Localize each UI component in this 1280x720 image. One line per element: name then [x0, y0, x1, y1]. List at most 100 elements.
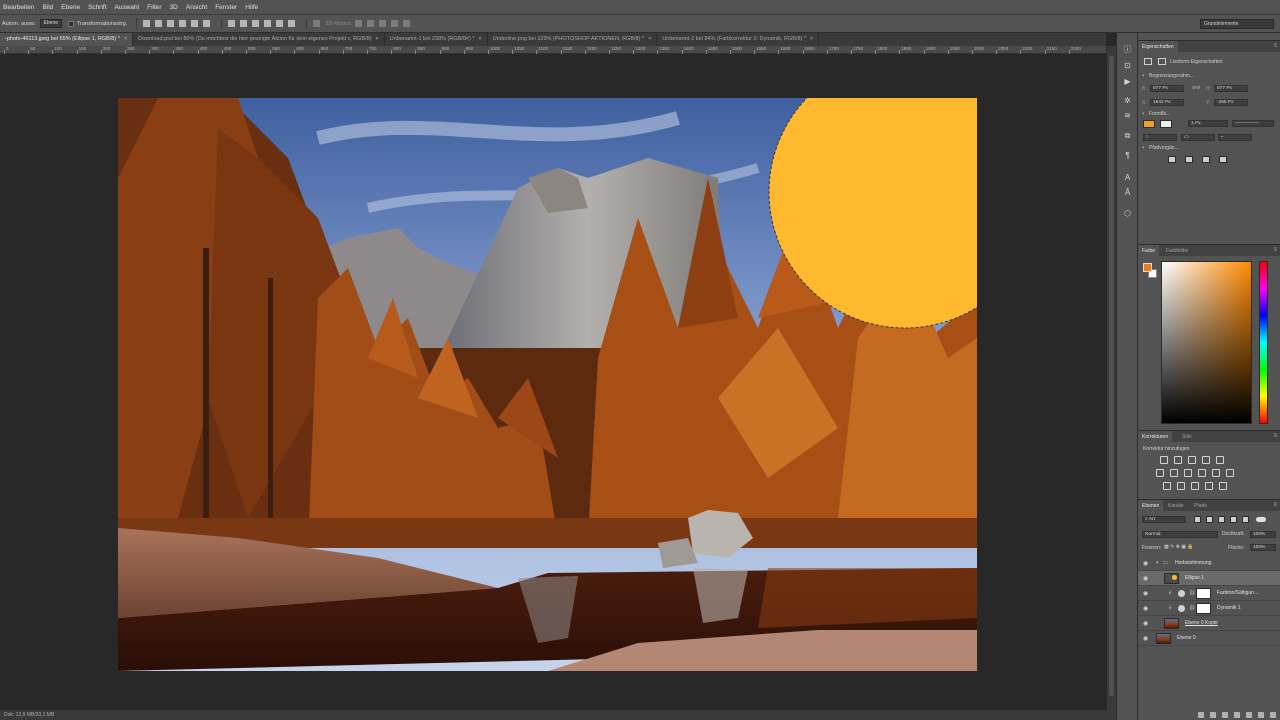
levels-icon[interactable]	[1174, 456, 1182, 464]
visibility-eye-icon[interactable]: ◉	[1143, 560, 1148, 567]
color-lookup-icon[interactable]	[1226, 469, 1234, 477]
hue-saturation-icon[interactable]	[1156, 469, 1164, 477]
brightness-contrast-icon[interactable]	[1160, 456, 1168, 464]
align-right-icon[interactable]	[203, 20, 211, 27]
exclude-shape-icon[interactable]	[1219, 156, 1227, 163]
align-left-icon[interactable]	[179, 20, 187, 27]
close-icon[interactable]: ×	[478, 36, 481, 42]
align-bottom-icon[interactable]	[167, 20, 175, 27]
info-icon[interactable]: ⓘ	[1123, 45, 1132, 54]
menu-item-hilfe[interactable]: Hilfe	[245, 4, 258, 11]
posterize-icon[interactable]	[1177, 482, 1185, 490]
fill-field[interactable]: 100%	[1250, 544, 1276, 551]
panel-menu-icon[interactable]: ≡	[1273, 502, 1277, 508]
filter-adjust-icon[interactable]	[1206, 516, 1213, 523]
filter-shape-icon[interactable]	[1230, 516, 1237, 523]
exposure-icon[interactable]	[1202, 456, 1210, 464]
fill-swatch[interactable]	[1143, 120, 1155, 128]
scrollbar-thumb[interactable]	[1109, 56, 1114, 696]
menu-item-fenster[interactable]: Fenster	[215, 4, 237, 11]
3d-icon[interactable]: ⬡	[1123, 209, 1132, 218]
character-icon[interactable]: A	[1123, 173, 1132, 182]
new-layer-icon[interactable]	[1258, 712, 1264, 718]
clone-source-icon[interactable]: ⧉	[1123, 131, 1132, 140]
selective-color-icon[interactable]	[1219, 482, 1227, 490]
lock-icons[interactable]: ▩ ✎ ✥ ▣ 🔒	[1164, 544, 1194, 550]
close-icon[interactable]: ×	[810, 36, 813, 42]
layer-mask-thumbnail[interactable]	[1196, 588, 1211, 599]
stroke-type-dropdown[interactable]: ───────	[1232, 120, 1274, 127]
visibility-eye-icon[interactable]: ◉	[1143, 575, 1148, 582]
document-tab[interactable]: Download.psd bei 80% (Du möchtest die hi…	[133, 33, 385, 46]
visibility-eye-icon[interactable]: ◉	[1143, 590, 1148, 597]
mask-icon[interactable]	[1158, 58, 1166, 65]
visibility-eye-icon[interactable]: ◉	[1143, 635, 1148, 642]
color-balance-icon[interactable]	[1170, 469, 1178, 477]
brushes-icon[interactable]: ≋	[1123, 111, 1132, 120]
tab-color[interactable]: Farbe	[1138, 245, 1160, 257]
glyphs-icon[interactable]: Å	[1123, 188, 1132, 197]
invert-icon[interactable]	[1163, 482, 1171, 490]
intersect-shape-icon[interactable]	[1202, 156, 1210, 163]
slide-3d-icon[interactable]	[391, 20, 399, 27]
menu-item-schrift[interactable]: Schrift	[88, 4, 106, 11]
foreground-color-swatch[interactable]	[1143, 263, 1152, 272]
menu-item-bild[interactable]: Bild	[42, 4, 53, 11]
x-field[interactable]: 1942 Px	[1150, 99, 1184, 106]
visibility-eye-icon[interactable]: ◉	[1143, 620, 1148, 627]
histogram-icon[interactable]: ⊡	[1123, 61, 1132, 70]
transform-checkbox[interactable]	[68, 20, 75, 27]
channel-mixer-icon[interactable]	[1212, 469, 1220, 477]
layer-row-vibrance[interactable]: ◉ ↲ ⛓ Dynamik 1	[1138, 601, 1280, 616]
close-icon[interactable]: ×	[648, 36, 651, 42]
height-field[interactable]: 877 Px	[1214, 85, 1248, 92]
tab-properties[interactable]: Eigenschaften	[1138, 41, 1178, 53]
auto-align-icon[interactable]	[313, 20, 321, 27]
document-tab[interactable]: Unbenannt-2 bei 84% (Farbkorrektur 2: Dy…	[657, 33, 820, 46]
layer-row-base[interactable]: ◉ Ebene 0	[1138, 631, 1280, 646]
tab-swatches[interactable]: Farbfelder	[1162, 245, 1193, 257]
opacity-field[interactable]: 100%	[1250, 531, 1276, 538]
new-group-icon[interactable]	[1246, 712, 1252, 718]
paragraph-icon[interactable]: ¶	[1123, 151, 1132, 160]
document-tab[interactable]: -photo-46113.jpeg bei 65% (Ellipse 1, RG…	[0, 33, 134, 46]
tab-adjustments[interactable]: Korrekturen	[1138, 431, 1173, 443]
roll-3d-icon[interactable]	[367, 20, 375, 27]
chain-icon[interactable]: ⛓	[1189, 590, 1195, 596]
workspace-dropdown[interactable]: Grundelemente	[1200, 19, 1274, 29]
scale-3d-icon[interactable]	[403, 20, 411, 27]
fx-icon[interactable]	[1210, 712, 1216, 718]
vibrance-icon[interactable]	[1216, 456, 1224, 464]
photo-filter-icon[interactable]	[1198, 469, 1206, 477]
gradient-map-icon[interactable]	[1205, 482, 1213, 490]
layer-kind-filter[interactable]: ⌕ Art	[1142, 516, 1186, 523]
menu-item-ansicht[interactable]: Ansicht	[186, 4, 207, 11]
new-adjustment-icon[interactable]	[1234, 712, 1240, 718]
trash-icon[interactable]	[1270, 712, 1276, 718]
stroke-corners-dropdown[interactable]: ⌐	[1218, 134, 1252, 141]
layer-row-group[interactable]: ◉ ▾ ▭ Herbststimmung	[1138, 556, 1280, 571]
chain-icon[interactable]: ⛓	[1189, 605, 1195, 611]
tab-styles[interactable]: Stile	[1178, 431, 1196, 443]
close-icon[interactable]: ×	[124, 36, 127, 42]
document-tab[interactable]: Underline.png bei 129% (PHOTOSHOP AKTION…	[488, 33, 658, 46]
brush-settings-icon[interactable]: ✲	[1123, 96, 1132, 105]
visibility-eye-icon[interactable]: ◉	[1143, 605, 1148, 612]
auto-select-dropdown[interactable]: Ebene	[39, 19, 63, 28]
layer-row-hue-sat[interactable]: ◉ ↲ ⛓ Farbton/Sättigun...	[1138, 586, 1280, 601]
pan-3d-icon[interactable]	[379, 20, 387, 27]
panel-menu-icon[interactable]: ≡	[1273, 433, 1277, 439]
layer-mask-thumbnail[interactable]	[1196, 603, 1211, 614]
y-field[interactable]: -266 Px	[1214, 99, 1248, 106]
filter-pixel-icon[interactable]	[1194, 516, 1201, 523]
menu-item-bearbeiten[interactable]: Bearbeiten	[3, 4, 34, 11]
layer-row-ellipse[interactable]: ◉ Ellipse 1	[1138, 571, 1280, 586]
curves-icon[interactable]	[1188, 456, 1196, 464]
document-tab[interactable]: Unbenannt-1 bei 238% (RGB/8#) * ×	[385, 33, 488, 46]
tab-paths[interactable]: Pfade	[1190, 500, 1211, 512]
combine-shapes-icon[interactable]	[1168, 156, 1176, 163]
filter-toggle[interactable]	[1256, 517, 1266, 522]
link-layers-icon[interactable]	[1198, 712, 1204, 718]
rotate-3d-icon[interactable]	[355, 20, 363, 27]
stroke-size-field[interactable]: 1 Px	[1188, 120, 1228, 127]
